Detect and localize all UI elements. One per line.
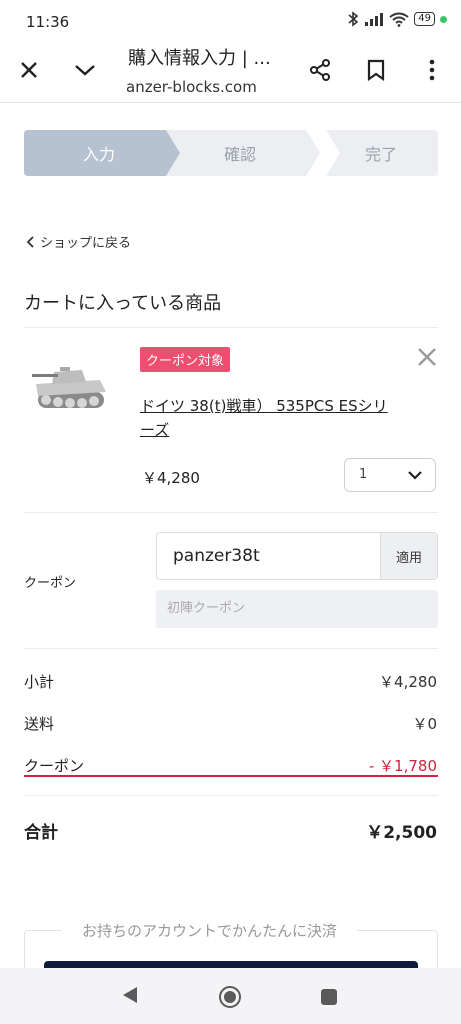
product-price: ￥4,280 bbox=[142, 469, 200, 487]
quantity-value: 1 bbox=[359, 467, 368, 482]
back-nav-icon[interactable] bbox=[122, 986, 138, 1004]
coupon-field: panzer38t 適用 bbox=[156, 532, 438, 580]
divider bbox=[24, 512, 438, 513]
subtotal-label: 小計 bbox=[24, 673, 55, 691]
divider bbox=[24, 795, 438, 796]
signal-icon bbox=[365, 13, 384, 26]
bluetooth-icon bbox=[348, 11, 359, 27]
product-image bbox=[32, 367, 106, 408]
status-bar: 11:36 49 bbox=[0, 0, 461, 44]
close-icon[interactable] bbox=[15, 56, 43, 84]
privacy-dot bbox=[440, 15, 447, 23]
subtotal-value: ￥4,280 bbox=[379, 673, 437, 691]
coupon-input[interactable]: panzer38t bbox=[157, 533, 380, 579]
applied-coupon-chip: 初陣クーポン bbox=[156, 590, 438, 628]
step-confirm: 確認 bbox=[223, 145, 256, 164]
back-link-label: ショップに戻る bbox=[40, 236, 132, 251]
share-icon[interactable] bbox=[306, 56, 334, 84]
checkout-steps: 入力 確認 完了 bbox=[24, 130, 438, 176]
divider bbox=[24, 327, 438, 328]
product-name-link[interactable]: ドイツ 38(t)戦車） 535PCS ESシリーズ bbox=[140, 394, 402, 442]
back-to-shop-link[interactable]: ショップに戻る bbox=[26, 232, 131, 251]
recents-nav-icon[interactable] bbox=[320, 988, 338, 1006]
page-title: 購入情報入力 | ... bbox=[128, 48, 271, 69]
apply-coupon-button[interactable]: 適用 bbox=[380, 533, 437, 579]
coupon-label: クーポン bbox=[24, 576, 77, 591]
shipping-value: ￥0 bbox=[412, 715, 437, 733]
total-label: 合計 bbox=[24, 823, 58, 843]
discount-underline bbox=[24, 775, 438, 777]
quantity-select[interactable]: 1 bbox=[344, 458, 436, 492]
browser-toolbar: 購入情報入力 | ... anzer-blocks.com bbox=[0, 44, 461, 103]
system-nav-bar bbox=[0, 968, 461, 1024]
battery-indicator: 49 bbox=[414, 12, 435, 26]
wifi-icon bbox=[389, 12, 409, 27]
remove-item-icon[interactable] bbox=[414, 344, 440, 374]
bookmark-icon[interactable] bbox=[362, 56, 390, 84]
coupon-eligible-badge: クーポン対象 bbox=[140, 347, 231, 372]
chevron-down-icon bbox=[408, 471, 422, 480]
page-url[interactable]: anzer-blocks.com bbox=[126, 78, 257, 96]
divider bbox=[24, 648, 438, 649]
home-nav-icon[interactable] bbox=[218, 985, 242, 1009]
status-icons: 49 bbox=[347, 11, 447, 27]
more-options-icon[interactable] bbox=[418, 56, 446, 84]
chevron-left-icon bbox=[26, 235, 34, 248]
step-input: 入力 bbox=[82, 145, 115, 164]
coupon-discount-label: クーポン bbox=[24, 757, 85, 775]
account-payment-caption: お持ちのアカウントでかんたんに決済 bbox=[62, 920, 358, 941]
shipping-label: 送料 bbox=[24, 715, 55, 733]
total-value: ￥2,500 bbox=[366, 823, 437, 843]
chevron-down-icon[interactable] bbox=[71, 56, 99, 84]
cart-title: カートに入っている商品 bbox=[24, 293, 222, 314]
status-time: 11:36 bbox=[26, 13, 70, 31]
step-complete: 完了 bbox=[364, 145, 397, 164]
coupon-discount-value: - ￥1,780 bbox=[368, 757, 437, 775]
